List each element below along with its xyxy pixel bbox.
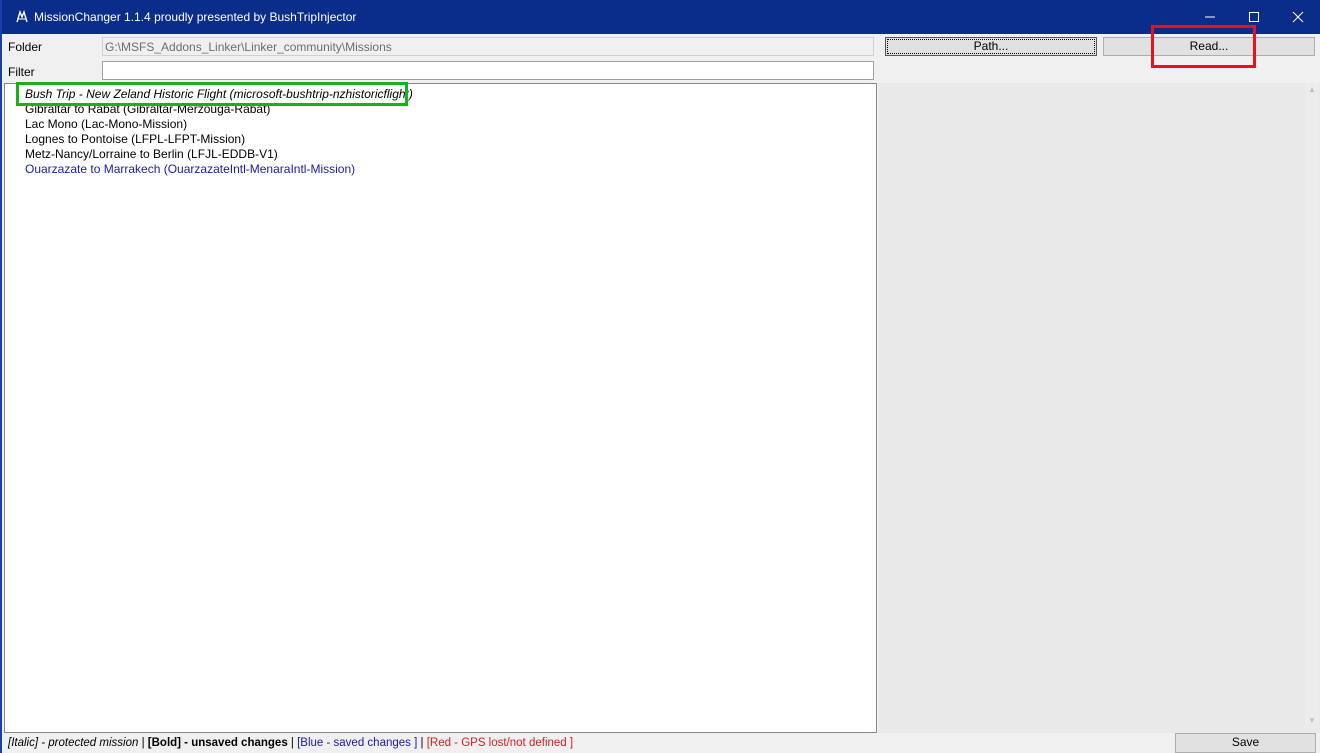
close-icon — [1292, 11, 1304, 23]
list-item[interactable]: Metz-Nancy/Lorraine to Berlin (LFJL-EDDB… — [25, 147, 278, 161]
path-button[interactable]: Path... — [885, 37, 1097, 56]
legend-blue: [Blue - saved changes ] — [297, 737, 418, 749]
legend-status: [Italic] - protected mission | [Bold] - … — [8, 737, 573, 749]
filter-label: Filter — [8, 65, 35, 79]
list-item[interactable]: Lognes to Pontoise (LFPL-LFPT-Mission) — [25, 132, 245, 146]
legend-separator: | — [287, 737, 298, 749]
filter-input[interactable] — [102, 61, 874, 80]
list-item[interactable]: Ouarzazate to Marrakech (OuarzazateIntl-… — [25, 162, 355, 176]
scroll-up-icon[interactable]: ▲ — [1305, 83, 1319, 97]
details-panel — [879, 83, 1320, 733]
legend-separator: | — [417, 737, 427, 749]
minimize-icon — [1205, 16, 1215, 18]
app-icon — [16, 10, 28, 23]
read-button-highlight — [1151, 25, 1256, 68]
maximize-icon — [1249, 12, 1259, 22]
details-scrollbar[interactable]: ▲ ▼ — [1305, 83, 1319, 728]
legend-bold: [Bold] - unsaved changes — [147, 737, 288, 749]
folder-label: Folder — [8, 40, 43, 54]
folder-field[interactable] — [102, 37, 874, 56]
legend-italic: [Italic] - protected mission — [8, 737, 139, 749]
selected-item-highlight — [16, 82, 408, 106]
title-bar[interactable]: MissionChanger 1.1.4 proudly presented b… — [0, 0, 1320, 34]
list-item[interactable]: Lac Mono (Lac-Mono-Mission) — [25, 117, 187, 131]
legend-red: [Red - GPS lost/not defined ] — [426, 737, 574, 749]
main-form: Folder Filter Path... Read... Bush Trip … — [0, 25, 1320, 753]
save-button[interactable]: Save — [1175, 733, 1316, 753]
scroll-down-icon[interactable]: ▼ — [1305, 714, 1319, 728]
legend-separator: | — [138, 737, 148, 749]
window-title: MissionChanger 1.1.4 proudly presented b… — [34, 10, 357, 24]
mission-list[interactable]: Bush Trip - New Zeland Historic Flight (… — [4, 82, 877, 733]
close-button[interactable] — [1276, 0, 1320, 34]
